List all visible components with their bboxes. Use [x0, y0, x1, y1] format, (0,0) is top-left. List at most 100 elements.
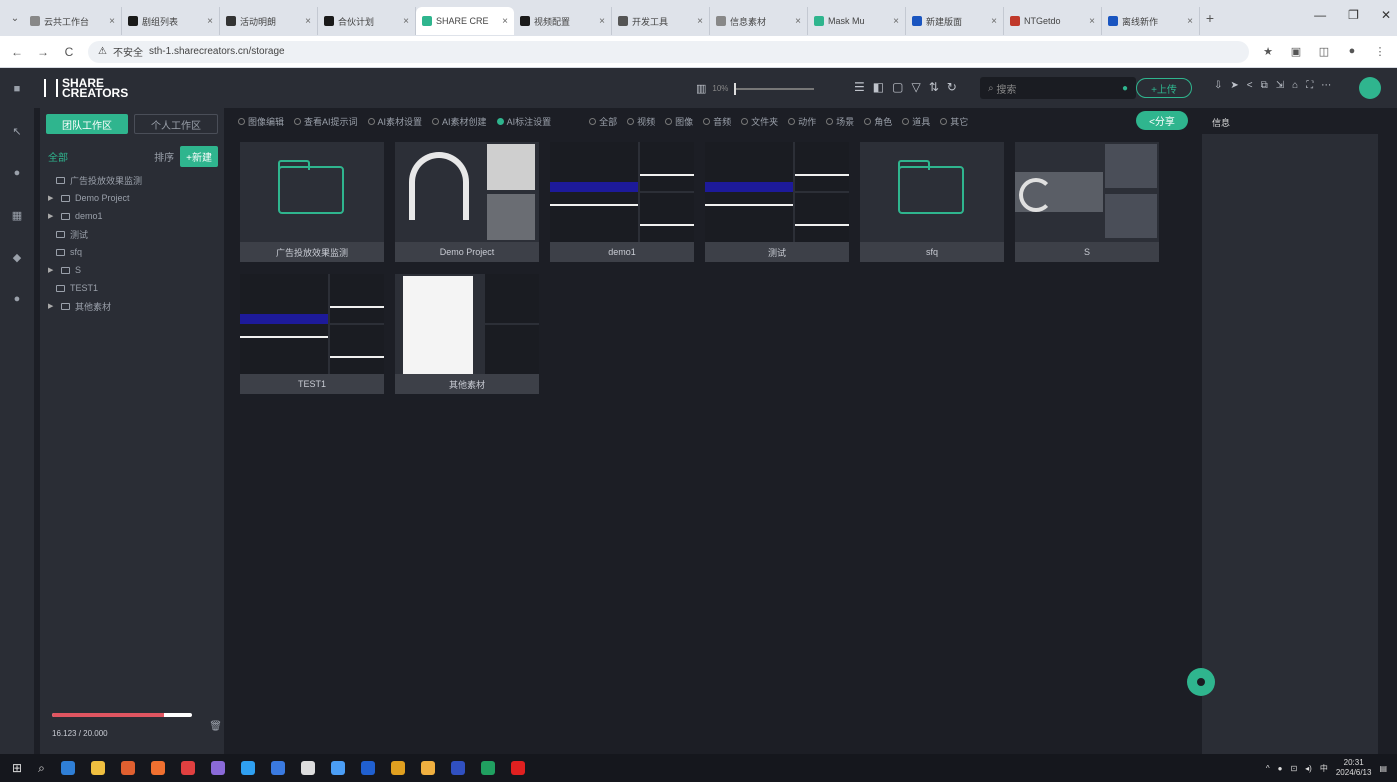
taskbar-app-icon[interactable] — [480, 761, 495, 775]
browser-tab[interactable]: 合伙计划 × — [318, 7, 416, 35]
filter-checkbox[interactable] — [238, 117, 245, 125]
asset-card[interactable]: S — [1015, 142, 1159, 262]
sidepanel-icon[interactable]: ◫ — [1317, 45, 1331, 58]
filter-option[interactable]: 场景 — [826, 115, 854, 128]
tab-search-icon[interactable]: ⌄ — [6, 9, 24, 27]
filter-icon[interactable]: ▽ — [911, 80, 920, 94]
filter-option[interactable]: 视频 — [627, 115, 655, 128]
expand-arrow-icon[interactable]: ▶ — [48, 302, 56, 310]
network-icon[interactable]: ⊡ — [1290, 764, 1297, 773]
filter-checkbox[interactable] — [741, 117, 749, 125]
tab-close-icon[interactable]: × — [305, 16, 311, 27]
filter-checkbox[interactable] — [589, 117, 597, 125]
tab-close-icon[interactable]: × — [403, 16, 409, 27]
taskbar-app-icon[interactable] — [360, 761, 375, 775]
tab-close-icon[interactable]: × — [502, 16, 508, 27]
tag-icon[interactable]: ⌂ — [1292, 80, 1298, 91]
filter-checkbox[interactable] — [367, 117, 375, 125]
browser-tab[interactable]: SHARE CRE × — [416, 7, 514, 35]
filter-checkbox[interactable] — [940, 117, 948, 125]
share-icon[interactable]: < — [1247, 80, 1253, 91]
taskbar-app-icon[interactable] — [150, 761, 165, 775]
home-icon[interactable]: ■ — [0, 68, 34, 110]
asset-card[interactable]: demo1 — [550, 142, 694, 262]
tab-close-icon[interactable]: × — [991, 16, 997, 27]
filter-option[interactable]: 角色 — [864, 115, 892, 128]
filter-checkbox[interactable] — [627, 117, 635, 125]
menu-icon[interactable]: ⋮ — [1373, 45, 1387, 58]
taskbar-app-icon[interactable] — [180, 761, 195, 775]
taskbar-app-icon[interactable] — [300, 761, 315, 775]
tab-close-icon[interactable]: × — [599, 16, 605, 27]
filter-checkbox[interactable] — [703, 117, 711, 125]
chat-assistant-button[interactable] — [1187, 668, 1215, 696]
taskbar-app-icon[interactable] — [270, 761, 285, 775]
trash-icon[interactable]: 🗑 — [209, 721, 222, 732]
taskbar-app-icon[interactable] — [240, 761, 255, 775]
taskbar-app-icon[interactable] — [90, 761, 105, 775]
new-folder-button[interactable]: +新建 — [180, 146, 218, 167]
filter-option[interactable]: 音频 — [703, 115, 731, 128]
tab-close-icon[interactable]: × — [697, 16, 703, 27]
tree-item[interactable]: ▶ demo1 — [40, 207, 224, 225]
refresh-icon[interactable]: ↻ — [947, 80, 957, 94]
download-icon[interactable]: ⇩ — [1214, 80, 1222, 91]
taskbar-app-icon[interactable] — [60, 761, 75, 775]
filter-option[interactable]: 图像编辑 — [238, 115, 284, 128]
browser-tab[interactable]: NTGetdo × — [1004, 7, 1102, 35]
sort-button[interactable]: 排序 — [154, 149, 174, 164]
tree-item[interactable]: TEST1 — [40, 279, 224, 297]
zoom-slider[interactable]: ▥ 10% — [696, 82, 815, 95]
expand-arrow-icon[interactable]: ▶ — [48, 266, 56, 274]
reload-button[interactable]: C — [62, 45, 76, 59]
tree-item[interactable]: ▶ 其他素材 — [40, 297, 224, 315]
maximize-button[interactable]: ❐ — [1348, 8, 1359, 22]
asset-card[interactable]: TEST1 — [240, 274, 384, 394]
tree-all[interactable]: 全部 — [48, 149, 68, 164]
zoom-track[interactable] — [734, 82, 815, 95]
grid-icon[interactable]: ▦ — [0, 194, 34, 236]
tab-personal-workspace[interactable]: 个人工作区 — [134, 114, 218, 134]
taskbar-app-icon[interactable] — [390, 761, 405, 775]
tab-close-icon[interactable]: × — [1187, 16, 1193, 27]
tree-item[interactable]: ▶ S — [40, 261, 224, 279]
filter-checkbox[interactable] — [902, 117, 910, 125]
search-taskbar-icon[interactable]: ⌕ — [38, 761, 45, 776]
browser-tab[interactable]: 云共工作台 × — [24, 7, 122, 35]
browser-tab[interactable]: 新建版面 × — [906, 7, 1004, 35]
browser-tab[interactable]: 活动明朗 × — [220, 7, 318, 35]
filter-option[interactable]: 文件夹 — [741, 115, 778, 128]
extension-icon[interactable]: ▣ — [1289, 45, 1303, 58]
filter-checkbox[interactable] — [496, 117, 504, 125]
filter-checkbox[interactable] — [432, 117, 440, 125]
ai-search-icon[interactable]: ● — [1122, 83, 1128, 94]
tree-item[interactable]: sfq — [40, 243, 224, 261]
taskbar-app-icon[interactable] — [120, 761, 135, 775]
move-icon[interactable]: ⇲ — [1276, 80, 1284, 91]
avatar[interactable] — [1359, 77, 1381, 99]
browser-tab[interactable]: 剧组列表 × — [122, 7, 220, 35]
tree-item[interactable]: 广告投放效果监测 — [40, 171, 224, 189]
filter-option[interactable]: AI素材创建 — [432, 115, 487, 128]
taskbar-app-icon[interactable] — [450, 761, 465, 775]
clock[interactable]: 20:31 2024/6/13 — [1336, 758, 1372, 778]
tray-app-icon[interactable]: ● — [1278, 764, 1283, 773]
browser-tab[interactable]: Mask Mu × — [808, 7, 906, 35]
back-button[interactable]: ← — [10, 45, 24, 59]
asset-card[interactable]: 测试 — [705, 142, 849, 262]
browser-tab[interactable]: 信息素材 × — [710, 7, 808, 35]
minimize-button[interactable]: — — [1314, 8, 1326, 22]
filter-option[interactable]: 全部 — [589, 115, 617, 128]
search-input[interactable]: ⌕ 搜索 ● — [980, 77, 1136, 99]
fullscreen-icon[interactable]: ⛶ — [1306, 80, 1313, 91]
close-window-button[interactable]: ✕ — [1381, 8, 1391, 22]
upload-button[interactable]: +上传 — [1136, 78, 1192, 98]
browser-tab[interactable]: 开发工具 × — [612, 7, 710, 35]
taskbar-app-icon[interactable] — [330, 761, 345, 775]
task-icon[interactable]: ◆ — [0, 236, 34, 278]
browser-tab[interactable]: 离线新作 × — [1102, 7, 1200, 35]
tab-close-icon[interactable]: × — [109, 16, 115, 27]
url-field[interactable]: ⚠ 不安全 sth-1.sharecreators.cn/storage — [88, 40, 1249, 63]
share-button[interactable]: <分享 — [1136, 111, 1188, 130]
filter-option[interactable]: 道具 — [902, 115, 930, 128]
